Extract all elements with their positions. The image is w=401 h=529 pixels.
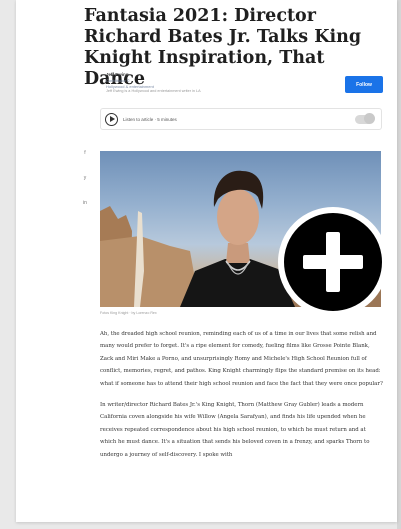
toggle-icon[interactable]	[355, 113, 375, 124]
share-facebook-icon[interactable]: f	[80, 150, 90, 156]
paragraph: In writer/director Richard Bates Jr.'s K…	[100, 402, 370, 458]
listen-duration: 5 minutes	[157, 116, 177, 122]
article-body: Ah, the dreaded high school reunion, rem…	[100, 328, 383, 470]
listen-to-article-bar[interactable]: Listen to article · 5 minutes	[100, 108, 382, 130]
add-badge[interactable]	[278, 207, 388, 317]
listen-text: Listen to article	[123, 116, 154, 122]
play-icon[interactable]	[105, 112, 118, 126]
share-twitter-icon[interactable]: y	[80, 175, 90, 181]
listen-label: Listen to article · 5 minutes	[123, 116, 177, 122]
scrollbar[interactable]	[397, 0, 401, 529]
plus-icon-bar	[303, 255, 363, 269]
share-linkedin-icon[interactable]: in	[80, 200, 90, 206]
share-rail: f y in	[80, 150, 90, 225]
follow-button[interactable]: Follow	[345, 76, 383, 93]
paragraph: Ah, the dreaded high school reunion, rem…	[100, 331, 383, 387]
author-bio: Jeff Ewing is a Hollywood and entertainm…	[106, 89, 201, 93]
author-byline: Jeff Ewing Contributor © Hollywood & ent…	[106, 72, 306, 95]
